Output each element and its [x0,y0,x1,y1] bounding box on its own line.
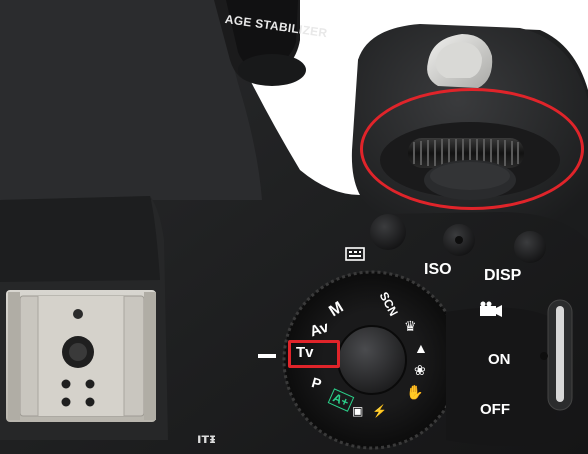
disp-button[interactable] [514,231,546,263]
dial-index [258,354,276,358]
power-off-label: OFF [480,401,510,418]
mode-dial-hit[interactable] [286,274,458,446]
camera-photo: AGE STABILIZER M Av Tv P A+ SCN ♛ ▲ ❀ ✋ … [0,0,588,454]
iso-button[interactable] [443,224,475,256]
iso-button-label: ISO [424,261,452,278]
power-switch-rail [446,307,556,446]
bottom-partial-text: ıᴛᵻ [197,432,217,447]
disp-button-label: DISP [484,267,522,284]
power-switch-hit[interactable] [548,300,572,410]
power-on-label: ON [488,351,511,368]
lens-ring [238,54,306,86]
shoe-cover [0,196,160,282]
main-dial-hit[interactable] [406,136,526,170]
live-view-button[interactable] [370,214,406,250]
